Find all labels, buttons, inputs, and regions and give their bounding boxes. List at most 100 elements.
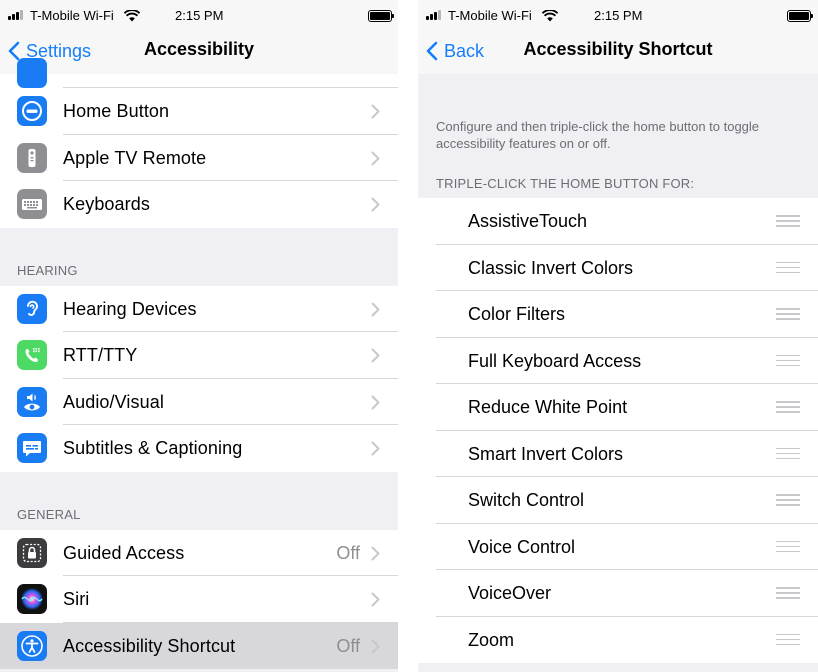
reorder-handle-icon[interactable] (776, 633, 800, 646)
battery-icon (787, 10, 813, 22)
row-rtt-tty[interactable]: RTT/TTY (0, 332, 398, 379)
chevron-right-icon (371, 592, 380, 607)
chevron-right-icon (371, 395, 380, 409)
row-label: Subtitles & Captioning (63, 438, 243, 458)
option-row[interactable]: Full Keyboard Access (418, 338, 818, 384)
row-label: Apple TV Remote (63, 147, 207, 168)
audio-visual-icon (17, 386, 47, 417)
cellular-signal-icon (426, 10, 446, 20)
row-label: Guided Access (63, 542, 185, 563)
reorder-handle-icon[interactable] (776, 308, 800, 320)
option-label: Switch Control (468, 490, 585, 510)
option-label: Classic Invert Colors (468, 257, 634, 278)
row-audio-visual[interactable]: Audio/Visual (0, 378, 398, 425)
row-apple-tv-remote[interactable]: Apple TV Remote (0, 134, 398, 181)
chevron-right-icon (371, 348, 380, 363)
settings-group-general: Guided Access Off Siri Accessibility Sho… (0, 529, 398, 669)
accessibility-icon (17, 630, 47, 661)
section-header-label: GENERAL (17, 506, 81, 522)
row-value: Off (336, 542, 360, 563)
section-header-triple-click: TRIPLE-CLICK THE HOME BUTTON FOR: (436, 176, 695, 191)
row-accessibility-shortcut[interactable]: Accessibility Shortcut Off (0, 622, 398, 669)
chevron-right-icon (371, 151, 380, 165)
row-siri[interactable]: Siri (0, 576, 398, 623)
row-hearing-devices[interactable]: Hearing Devices (0, 285, 398, 332)
option-row[interactable]: Color Filters (418, 291, 818, 338)
row-label: Audio/Visual (63, 391, 164, 412)
ear-icon (17, 293, 47, 324)
scrolled-row-fragment (0, 58, 398, 88)
accessibility-screen: T-Mobile Wi-Fi 2:15 PM Settings Accessib… (0, 0, 398, 672)
captioning-icon (17, 433, 47, 463)
chevron-right-icon (371, 104, 380, 119)
row-label: Home Button (63, 101, 170, 121)
option-row[interactable]: AssistiveTouch (418, 198, 818, 245)
carrier-label: T-Mobile Wi-Fi (30, 8, 114, 23)
status-bar: T-Mobile Wi-Fi 2:15 PM (0, 0, 398, 30)
reorder-handle-icon[interactable] (776, 540, 800, 553)
shortcut-options-list: AssistiveTouch Classic Invert Colors Col… (418, 198, 818, 663)
row-label: Accessibility Shortcut (63, 635, 236, 656)
chevron-right-icon (371, 197, 380, 212)
reorder-handle-icon[interactable] (776, 587, 800, 599)
reorder-handle-icon[interactable] (776, 354, 800, 367)
home-button-icon (17, 96, 47, 126)
accessibility-shortcut-screen: T-Mobile Wi-Fi 2:15 PM Back Accessibilit… (418, 0, 818, 672)
reorder-handle-icon[interactable] (776, 494, 800, 506)
option-row[interactable]: Classic Invert Colors (418, 245, 818, 291)
rtt-tty-icon (17, 340, 47, 370)
option-row[interactable]: Voice Control (418, 524, 818, 570)
keyboard-icon (17, 189, 47, 219)
row-keyboards[interactable]: Keyboards (0, 181, 398, 228)
chevron-right-icon (371, 441, 380, 456)
siri-icon (17, 584, 47, 614)
reorder-handle-icon[interactable] (776, 447, 800, 460)
reorder-handle-icon[interactable] (776, 261, 800, 274)
status-bar: T-Mobile Wi-Fi 2:15 PM (418, 0, 818, 30)
cellular-signal-icon (8, 10, 28, 20)
battery-icon (368, 10, 394, 22)
wifi-icon (542, 10, 558, 22)
chevron-right-icon (371, 546, 380, 560)
reorder-handle-icon[interactable] (776, 401, 800, 413)
page-title: Accessibility (143, 39, 255, 59)
row-label: Siri (63, 589, 90, 609)
row-label: RTT/TTY (63, 345, 138, 365)
guided-access-icon (17, 537, 47, 568)
option-label: AssistiveTouch (468, 211, 588, 231)
option-label: VoiceOver (468, 583, 552, 603)
row-home-button[interactable]: Home Button (0, 88, 398, 135)
section-header-label: HEARING (17, 262, 78, 278)
option-label: Zoom (468, 629, 515, 650)
row-label: Keyboards (63, 194, 150, 214)
navigation-bar: Settings Accessibility (0, 30, 398, 74)
row-value: Off (336, 635, 360, 656)
clock-label: 2:15 PM (594, 8, 643, 23)
option-row[interactable]: Reduce White Point (418, 384, 818, 431)
chevron-right-icon (371, 639, 380, 653)
carrier-label: T-Mobile Wi-Fi (448, 8, 532, 23)
tv-remote-icon (17, 142, 47, 173)
description-text: Configure and then triple-click the home… (436, 119, 760, 151)
settings-group-hearing: Hearing Devices RTT/TTY Audio/Visual Sub… (0, 285, 398, 472)
settings-group-interaction: Home Button Apple TV Remote Keyboards (0, 88, 398, 228)
option-label: Smart Invert Colors (468, 443, 624, 464)
chevron-right-icon (371, 302, 380, 316)
option-row[interactable]: Smart Invert Colors (418, 431, 818, 477)
option-label: Color Filters (468, 304, 566, 324)
navigation-bar: Back Accessibility Shortcut (418, 30, 818, 74)
option-row[interactable]: Zoom (418, 617, 818, 664)
option-label: Voice Control (468, 536, 576, 557)
settings-list: Home Button Apple TV Remote Keyboards HE… (0, 58, 398, 669)
option-row[interactable]: Switch Control (418, 477, 818, 524)
wifi-icon (124, 10, 140, 22)
clock-label: 2:15 PM (175, 8, 224, 23)
row-guided-access[interactable]: Guided Access Off (0, 529, 398, 576)
option-label: Full Keyboard Access (468, 350, 642, 371)
option-row[interactable]: VoiceOver (418, 570, 818, 617)
page-title: Accessibility Shortcut (523, 39, 713, 59)
row-subtitles-captioning[interactable]: Subtitles & Captioning (0, 425, 398, 472)
reorder-handle-icon[interactable] (776, 215, 800, 227)
section-header-general: GENERAL (0, 472, 398, 530)
option-label: Reduce White Point (468, 397, 628, 417)
